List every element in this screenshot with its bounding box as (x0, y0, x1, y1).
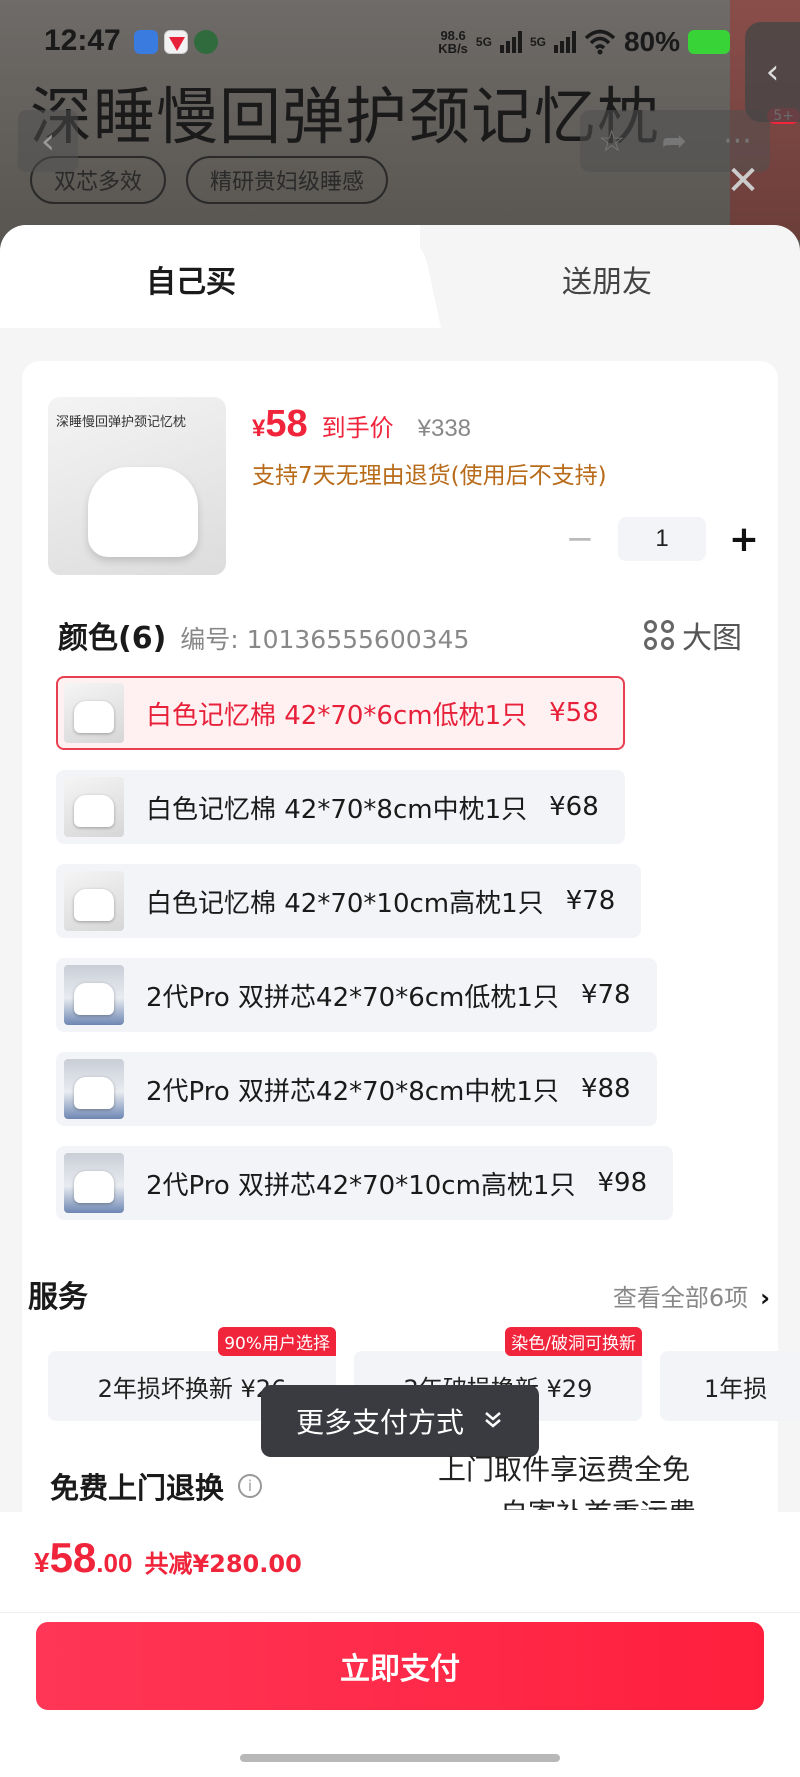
signal-bars-icon (499, 31, 522, 53)
service-label: 2年损坏换新 ¥26 (97, 1374, 287, 1403)
double-chevron-down-icon (482, 1405, 504, 1438)
background-product-title: 深睡慢回弹护颈记忆枕 (30, 80, 661, 153)
service-badge: 染色/破洞可换新 (505, 1327, 642, 1356)
more-icon[interactable]: ··· (723, 124, 752, 159)
variant-price: ¥78 (565, 886, 616, 916)
battery-percent: 80% (623, 26, 680, 57)
service-badge: 90%用户选择 (218, 1327, 336, 1356)
tab-buy-self[interactable]: 自己买 (0, 225, 420, 328)
variant-option[interactable]: 2代Pro 双拼芯42*70*10cm高枕1只 ¥98 (56, 1146, 674, 1220)
background-feature-chips: 双芯多效 精研贵妇级睡感 (30, 156, 389, 204)
status-app-icons (134, 30, 218, 54)
variant-price: ¥98 (597, 1168, 648, 1198)
variant-thumbnail (64, 1153, 124, 1213)
variant-label: 2代Pro 双拼芯42*70*10cm高枕1只 (146, 1170, 576, 1201)
pillow-illustration (88, 467, 198, 557)
services-title: 服务 (28, 1280, 88, 1315)
view-all-services[interactable]: 查看全部6项 › (613, 1278, 770, 1313)
variant-thumbnail (64, 1059, 124, 1119)
variant-label: 白色记忆棉 42*70*10cm高枕1只 (146, 888, 544, 919)
total-decimal: .00 (96, 1548, 133, 1578)
quantity-value[interactable]: 1 (618, 517, 706, 561)
side-collapse-button[interactable]: ‹ (745, 22, 800, 122)
quantity-stepper: − 1 + (556, 517, 768, 561)
chevron-left-icon: ‹ (765, 52, 780, 92)
free-return-line1: 上门取件享运费全免 (438, 1453, 691, 1486)
variant-option[interactable]: 白色记忆棉 42*70*6cm低枕1只 ¥58 (56, 676, 625, 750)
big-image-button[interactable]: 大图 (644, 613, 742, 657)
product-image[interactable]: 深睡慢回弹护颈记忆枕 (48, 397, 226, 575)
app-notification-icon (134, 30, 158, 54)
return-policy: 支持7天无理由退货(使用后不支持) (252, 463, 607, 489)
status-indicators: 98.6 KB/s 5G 5G 80% (438, 26, 730, 58)
variant-option[interactable]: 2代Pro 双拼芯42*70*6cm低枕1只 ¥78 (56, 958, 657, 1032)
total-savings: 共减¥280.00 (144, 1550, 302, 1578)
purchase-tabs: 自己买 送朋友 (0, 225, 800, 328)
free-return-label: 免费上门退换 (50, 1471, 225, 1505)
network-speed: 98.6 KB/s (438, 28, 468, 56)
variant-thumbnail (64, 871, 124, 931)
feature-chip: 精研贵妇级睡感 (186, 156, 389, 204)
more-payment-button[interactable]: 更多支付方式 (261, 1385, 539, 1457)
variant-thumbnail (64, 965, 124, 1025)
signal-bars-icon (553, 31, 576, 53)
chevron-left-icon: ‹ (40, 120, 56, 162)
variant-thumbnail (64, 683, 124, 743)
final-price: ¥58 (252, 403, 308, 445)
wifi-icon (584, 29, 616, 55)
info-icon[interactable]: i (238, 1474, 263, 1498)
back-button[interactable]: ‹ (18, 110, 78, 172)
variant-thumbnail (64, 777, 124, 837)
product-code: 编号: 10136555600345 (180, 625, 470, 654)
variant-price: ¥58 (549, 698, 599, 728)
thumb-title: 深睡慢回弹护颈记忆枕 (56, 415, 187, 430)
total-currency: ¥ (34, 1547, 50, 1578)
original-price: ¥338 (417, 415, 472, 442)
variant-label: 白色记忆棉 42*70*8cm中枕1只 (146, 794, 528, 825)
color-title: 颜色(6) (58, 621, 167, 656)
total-integer: 58 (49, 1534, 97, 1581)
decrease-button[interactable]: − (556, 519, 604, 559)
signal-label-2: 5G (529, 35, 546, 49)
signal-label-1: 5G (475, 35, 492, 49)
more-payment-label: 更多支付方式 (295, 1406, 464, 1439)
status-time: 12:47 (44, 24, 121, 57)
tab-label: 自己买 (146, 265, 236, 300)
service-label: 1年损 (704, 1374, 768, 1403)
app-notification-icon (164, 30, 188, 54)
increase-button[interactable]: + (720, 519, 768, 560)
variant-option[interactable]: 白色记忆棉 42*70*8cm中枕1只 ¥68 (56, 770, 625, 844)
variant-price: ¥68 (549, 792, 599, 822)
final-price-label: 到手价 (321, 414, 394, 442)
close-icon[interactable]: ✕ (722, 160, 764, 202)
variant-option[interactable]: 白色记忆棉 42*70*10cm高枕1只 ¥78 (56, 864, 642, 938)
grid-icon (644, 620, 674, 650)
free-return-title: 免费上门退换 i (50, 1465, 263, 1507)
total-amount: ¥ 58 .00 共减¥280.00 (34, 1534, 302, 1582)
checkout-bar: ¥ 58 .00 共减¥280.00 立即支付 (0, 1512, 800, 1777)
divider (0, 1612, 800, 1613)
avatar-notification-icon (194, 30, 218, 54)
color-header: 颜色(6) 编号: 10136555600345 (58, 613, 469, 657)
share-icon[interactable]: ➦ (662, 124, 687, 159)
variant-price: ¥78 (580, 980, 631, 1010)
variant-option[interactable]: 2代Pro 双拼芯42*70*8cm中枕1只 ¥88 (56, 1052, 657, 1126)
variant-label: 2代Pro 双拼芯42*70*6cm低枕1只 (146, 982, 559, 1013)
variant-label: 白色记忆棉 42*70*6cm低枕1只 (146, 700, 528, 731)
battery-icon (688, 30, 730, 54)
variant-price: ¥88 (580, 1074, 631, 1104)
service-card[interactable]: 1年损 (660, 1351, 800, 1421)
free-return-line2: 自寄补首重运费 (500, 1492, 696, 1510)
big-image-label: 大图 (682, 621, 742, 656)
variant-label: 2代Pro 双拼芯42*70*8cm中枕1只 (146, 1076, 559, 1107)
chevron-right-icon: › (760, 1284, 770, 1312)
view-all-label: 查看全部6项 (612, 1284, 749, 1312)
price-row: ¥58 到手价 ¥338 (252, 403, 471, 446)
star-icon[interactable]: ☆ (598, 124, 625, 159)
pay-now-button[interactable]: 立即支付 (36, 1622, 764, 1710)
home-indicator[interactable] (240, 1754, 560, 1762)
tab-gift-friend[interactable]: 送朋友 (562, 257, 652, 301)
